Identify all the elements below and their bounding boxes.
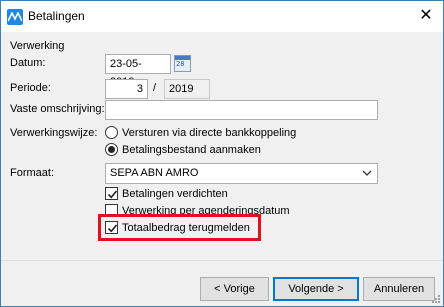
chevron-down-icon [362, 170, 372, 176]
app-logo-icon [7, 9, 23, 25]
datum-label: Datum: [10, 57, 46, 69]
datum-field[interactable]: 23-05-2019 [105, 54, 171, 88]
title-bar: Betalingen ✕ [1, 1, 443, 32]
verwerkingswijze-label: Verwerkingswijze: [10, 127, 98, 139]
close-icon[interactable]: ✕ [417, 7, 435, 25]
prev-button[interactable]: < Vorige [200, 277, 269, 301]
checkbox-betalingen-verdichten-label[interactable]: Betalingen verdichten [122, 188, 228, 200]
formaat-label: Formaat: [10, 167, 55, 179]
radio-betalingsbestand[interactable] [105, 143, 118, 156]
calendar-icon-number: 28 [176, 60, 185, 68]
cancel-button[interactable]: Annuleren [363, 277, 435, 301]
formaat-select-value: SEPA ABN AMRO [110, 167, 199, 179]
footer-separator [1, 260, 443, 261]
formaat-select[interactable]: SEPA ABN AMRO [105, 163, 378, 184]
radio-direct-bank-label[interactable]: Versturen via directe bankkoppeling [122, 127, 296, 139]
red-highlight-box [98, 214, 261, 241]
radio-betalingsbestand-label[interactable]: Betalingsbestand aanmaken [122, 144, 261, 156]
periode-label: Periode: [10, 82, 51, 94]
vaste-omschrijving-label: Vaste omschrijving: [10, 103, 105, 115]
periode-field[interactable]: 3 [105, 79, 148, 99]
section-label-verwerking: Verwerking [10, 40, 65, 52]
window-title: Betalingen [28, 9, 85, 23]
next-button[interactable]: Volgende > [273, 277, 359, 301]
dialog-content: Verwerking Datum: 23-05-2019 28 Periode:… [1, 32, 443, 306]
checkbox-betalingen-verdichten[interactable] [105, 187, 118, 200]
calendar-icon[interactable]: 28 [174, 55, 191, 72]
vaste-omschrijving-input[interactable] [105, 100, 378, 120]
periode-separator: / [153, 82, 157, 94]
periode-year-field: 2019 [164, 79, 210, 99]
resize-grip-icon[interactable] [431, 294, 441, 304]
radio-direct-bank[interactable] [105, 126, 118, 139]
dialog-window: Betalingen ✕ Verwerking Datum: 23-05-201… [0, 0, 444, 307]
